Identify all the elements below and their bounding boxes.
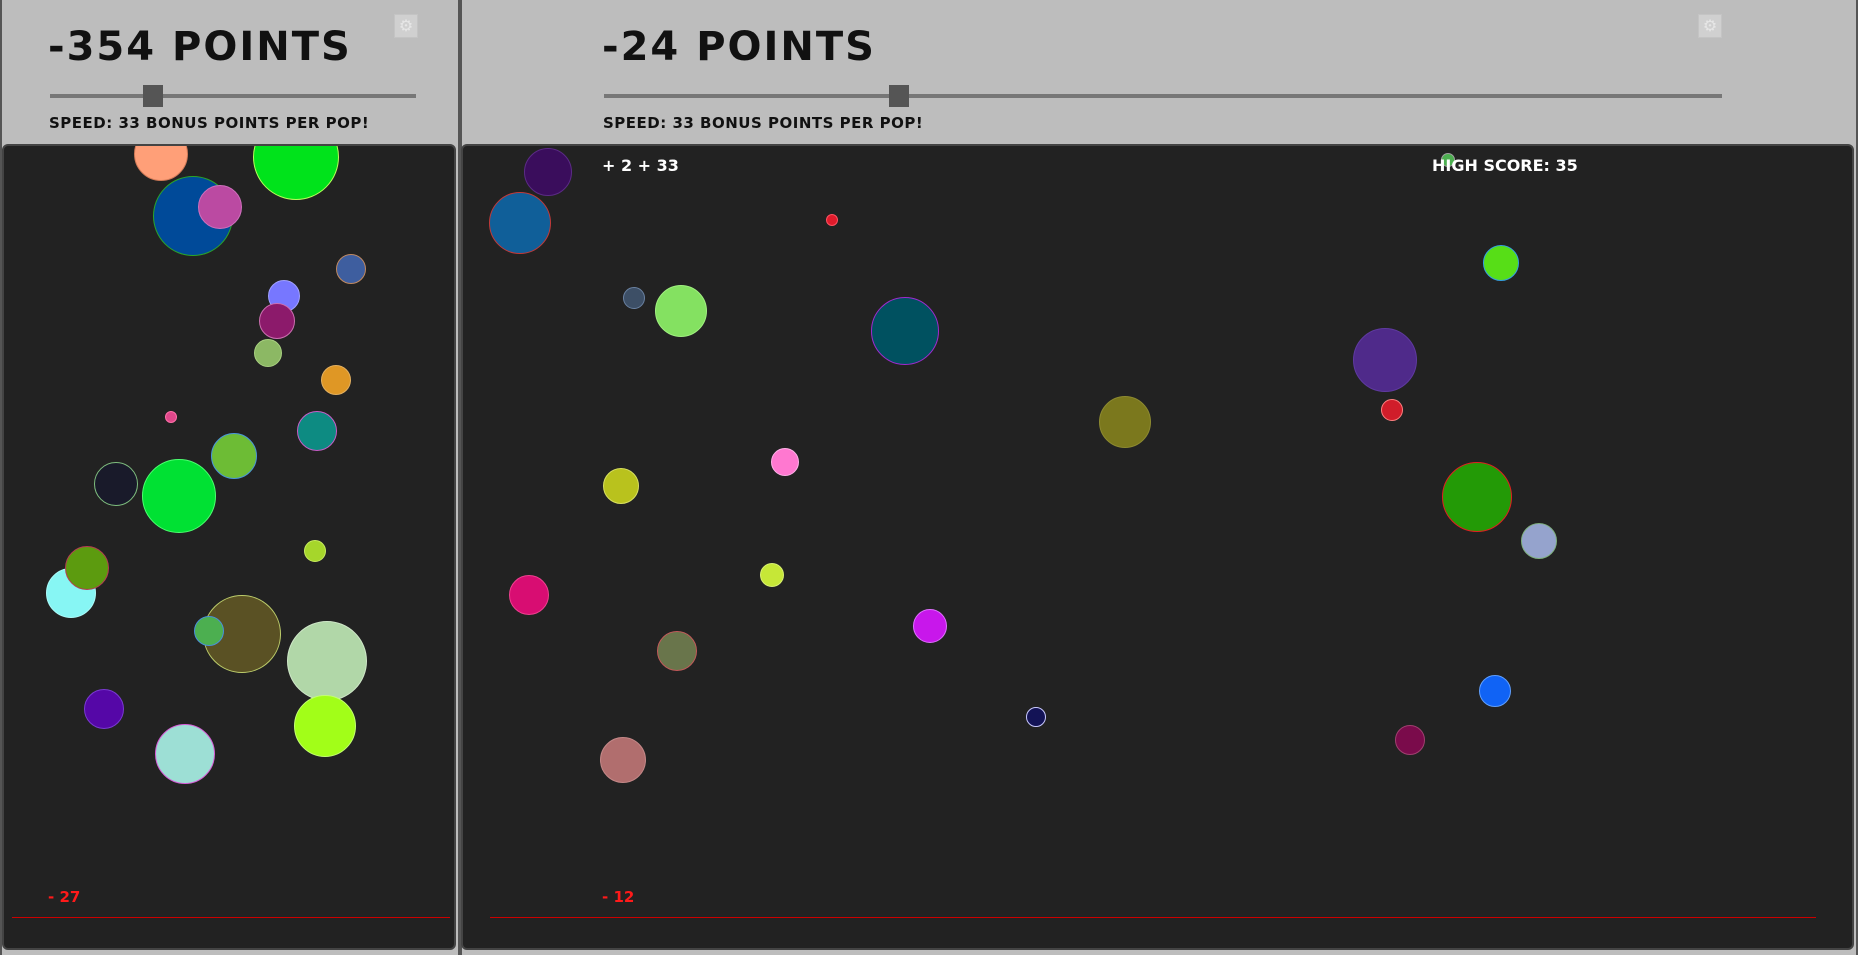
missed-count: - 12 [602, 888, 635, 906]
bubble[interactable] [603, 468, 639, 504]
bubble[interactable] [84, 689, 124, 729]
bubble[interactable] [65, 546, 109, 590]
bubble[interactable] [524, 148, 572, 196]
floor-line [490, 917, 1816, 918]
speed-slider-thumb[interactable] [889, 85, 909, 107]
score-display: -354 POINTS [48, 24, 352, 70]
bubble[interactable] [1442, 462, 1512, 532]
bubble[interactable] [1521, 523, 1557, 559]
bubble[interactable] [194, 616, 224, 646]
bubble[interactable] [1483, 245, 1519, 281]
bubble[interactable] [1395, 725, 1425, 755]
gear-icon[interactable]: ⚙ [1698, 14, 1722, 38]
bubble[interactable] [294, 695, 356, 757]
bubble[interactable] [771, 448, 799, 476]
bubble[interactable] [211, 433, 257, 479]
bubble[interactable] [655, 285, 707, 337]
speed-slider[interactable] [50, 85, 416, 107]
bubble[interactable] [259, 303, 295, 339]
bubble[interactable] [336, 254, 366, 284]
bubble-board-left[interactable]: - 27 [2, 144, 456, 950]
gear-icon[interactable]: ⚙ [394, 14, 418, 38]
floor-line [12, 917, 450, 918]
bubble[interactable] [600, 737, 646, 783]
speed-slider[interactable] [604, 85, 1722, 107]
missed-count: - 27 [48, 888, 81, 906]
bubble[interactable] [1381, 399, 1403, 421]
bubble[interactable] [623, 287, 645, 309]
bubble[interactable] [165, 411, 177, 423]
bubble[interactable] [94, 462, 138, 506]
bubble[interactable] [913, 609, 947, 643]
bubble[interactable] [1099, 396, 1151, 448]
bubble[interactable] [321, 365, 351, 395]
bubble[interactable] [297, 411, 337, 451]
bubble-board-right[interactable]: + 2 + 33 HIGH SCORE: 35 - 12 [461, 144, 1854, 950]
bubble[interactable] [198, 185, 242, 229]
bubble[interactable] [254, 339, 282, 367]
bubble[interactable] [760, 563, 784, 587]
bubble[interactable] [657, 631, 697, 671]
bubble[interactable] [1026, 707, 1046, 727]
bubble[interactable] [134, 146, 188, 181]
bubble[interactable] [142, 459, 216, 533]
bubble[interactable] [155, 724, 215, 784]
bubble[interactable] [287, 621, 367, 701]
bubble[interactable] [1479, 675, 1511, 707]
bubble[interactable] [871, 297, 939, 365]
bubble[interactable] [304, 540, 326, 562]
bubble[interactable] [826, 214, 838, 226]
score-display: -24 POINTS [602, 24, 876, 70]
pop-bonus-text: + 2 + 33 [602, 156, 679, 175]
bubble[interactable] [509, 575, 549, 615]
speed-label: SPEED: 33 BONUS POINTS PER POP! [49, 114, 370, 132]
bubble[interactable] [253, 146, 339, 200]
bubble[interactable] [489, 192, 551, 254]
speed-label: SPEED: 33 BONUS POINTS PER POP! [603, 114, 924, 132]
high-score: HIGH SCORE: 35 [1432, 156, 1578, 175]
bubble[interactable] [1353, 328, 1417, 392]
speed-slider-thumb[interactable] [143, 85, 163, 107]
